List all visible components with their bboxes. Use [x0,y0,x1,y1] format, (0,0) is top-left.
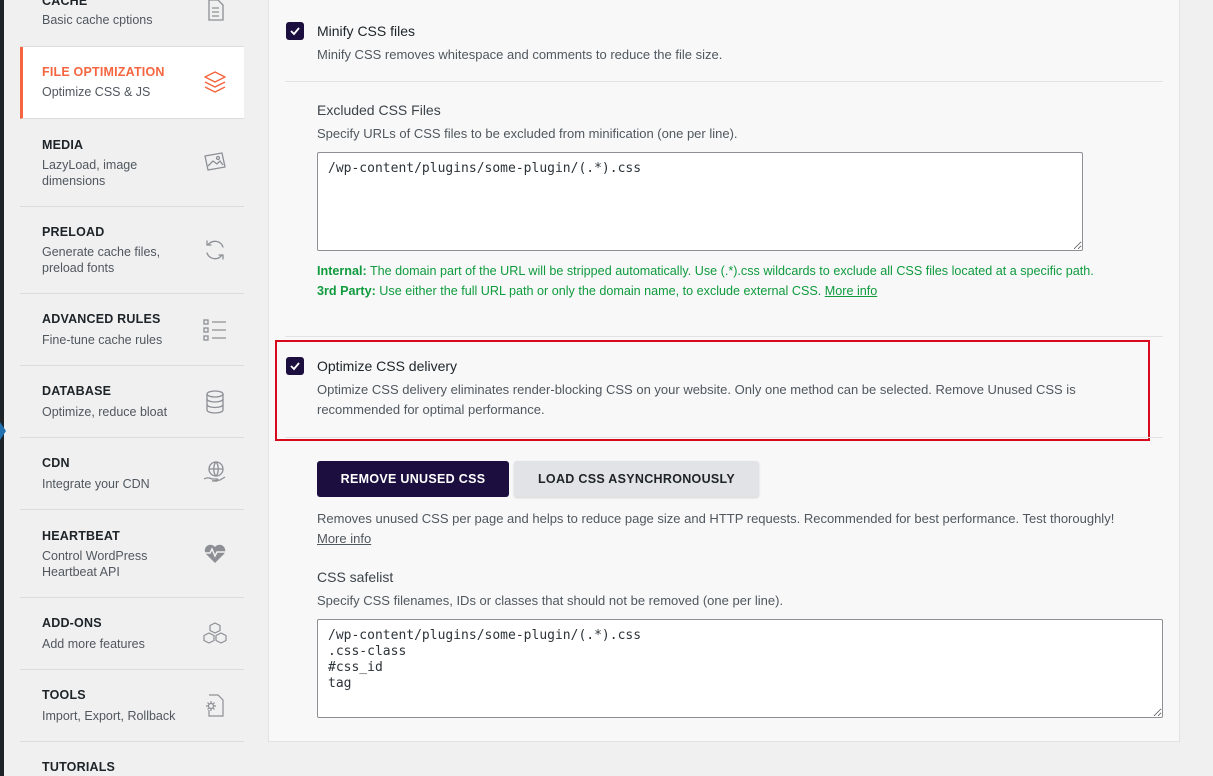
sidebar-item-title: TOOLS [42,688,86,702]
file-optimization-panel: Minify CSS files Minify CSS removes whit… [268,0,1180,742]
heartbeat-icon [204,544,226,563]
checkmark-icon [290,362,300,371]
images-icon [204,152,226,171]
sidebar-item-title: DATABASE [42,384,112,398]
remove-unused-css-button[interactable]: REMOVE UNUSED CSS [317,461,509,497]
remove-unused-css-more-info-link[interactable]: More info [317,531,371,546]
sidebar-item-title: TUTORIALS [42,760,116,774]
list-icon [203,319,226,341]
current-menu-arrow [0,422,6,440]
sidebar-item-tutorials[interactable]: TUTORIALS [20,742,244,776]
database-icon [206,390,224,414]
sidebar-item-title: PRELOAD [42,225,105,239]
sidebar-item-title: FILE OPTIMIZATION [42,65,165,79]
sidebar-item-heartbeat[interactable]: HEARTBEAT Control WordPress Heartbeat AP… [20,510,244,598]
sidebar-item-desc: Integrate your CDN [42,477,150,491]
sidebar-item-title: MEDIA [42,138,84,152]
excluded-css-title: Excluded CSS Files [317,102,441,118]
gear-document-icon [206,694,224,717]
optimize-css-delivery-desc: Optimize CSS delivery eliminates render-… [317,382,1076,417]
divider [285,437,1163,438]
sidebar-item-desc: Basic cache cptions [42,13,153,27]
sidebar-item-title: HEARTBEAT [42,529,120,543]
sidebar-item-desc: Generate cache files, preload fonts [42,245,161,275]
sidebar-item-desc: Optimize, reduce bloat [42,405,168,419]
css-safelist-title: CSS safelist [317,569,394,585]
remove-unused-css-desc: Removes unused CSS per page and helps to… [317,509,1167,549]
sidebar-item-cache[interactable]: CACHE Basic cache cptions [20,0,244,47]
excluded-css-note: Internal: The domain part of the URL wil… [317,261,1097,301]
remove-unused-css-desc-text: Removes unused CSS per page and helps to… [317,511,1115,526]
sidebar-item-file-optimization[interactable]: FILE OPTIMIZATION Optimize CSS & JS [20,47,244,119]
css-safelist-textarea[interactable] [317,619,1163,718]
sidebar-item-title: ADVANCED RULES [42,312,161,326]
load-css-async-button[interactable]: LOAD CSS ASYNCHRONOUSLY [514,461,759,497]
sidebar-item-desc: Import, Export, Rollback [42,709,176,723]
document-icon [208,0,224,21]
sidebar-item-desc: Fine-tune cache rules [42,333,163,347]
note-internal-label: Internal: [317,264,367,278]
excluded-css-textarea[interactable] [317,152,1083,251]
sidebar-item-preload[interactable]: PRELOAD Generate cache files, preload fo… [20,207,244,294]
optimize-css-delivery-title: Optimize CSS delivery [317,358,458,374]
sidebar-item-add-ons[interactable]: ADD-ONS Add more features [20,598,244,670]
minify-css-checkbox[interactable] [286,22,304,40]
excluded-more-info-link[interactable]: More info [825,284,878,298]
minify-css-title: Minify CSS files [317,23,416,39]
sidebar-item-desc: LazyLoad, image dimensions [42,158,138,188]
divider [285,336,1163,337]
admin-menu-edge [0,0,6,776]
sidebar-item-title: ADD-ONS [42,616,102,630]
css-safelist-desc: Specify CSS filenames, IDs or classes th… [317,593,784,608]
minify-css-desc: Minify CSS removes whitespace and commen… [317,47,723,62]
excluded-css-desc: Specify URLs of CSS files to be excluded… [317,126,738,141]
sidebar-item-desc: Optimize CSS & JS [42,85,151,99]
sidebar-item-desc: Control WordPress Heartbeat API [42,549,148,579]
note-third-party-text: Use either the full URL path or only the… [375,284,825,298]
note-internal-text: The domain part of the URL will be strip… [366,264,1094,278]
sidebar-item-cdn[interactable]: CDN Integrate your CDN [20,438,244,510]
sidebar-item-title: CDN [42,456,70,470]
sidebar-item-tools[interactable]: TOOLS Import, Export, Rollback [20,670,244,742]
divider [285,81,1163,82]
sidebar-item-desc: Add more features [42,637,145,651]
note-third-party-label: 3rd Party: [317,284,376,298]
cubes-icon [203,622,227,644]
sidebar-item-media[interactable]: MEDIA LazyLoad, image dimensions [20,119,244,207]
sidebar-item-advanced-rules[interactable]: ADVANCED RULES Fine-tune cache rules [20,294,244,366]
settings-sidebar: CACHE Basic cache cptions FILE OPTIMIZAT… [20,0,244,776]
refresh-icon [206,240,224,260]
globe-hand-icon [203,461,226,482]
page-scrollbar[interactable] [1207,0,1213,776]
layers-icon [204,71,226,93]
optimize-css-delivery-checkbox[interactable] [286,357,304,375]
sidebar-item-database[interactable]: DATABASE Optimize, reduce bloat [20,366,244,438]
sidebar-item-title: CACHE [42,0,88,8]
checkmark-icon [290,27,300,36]
